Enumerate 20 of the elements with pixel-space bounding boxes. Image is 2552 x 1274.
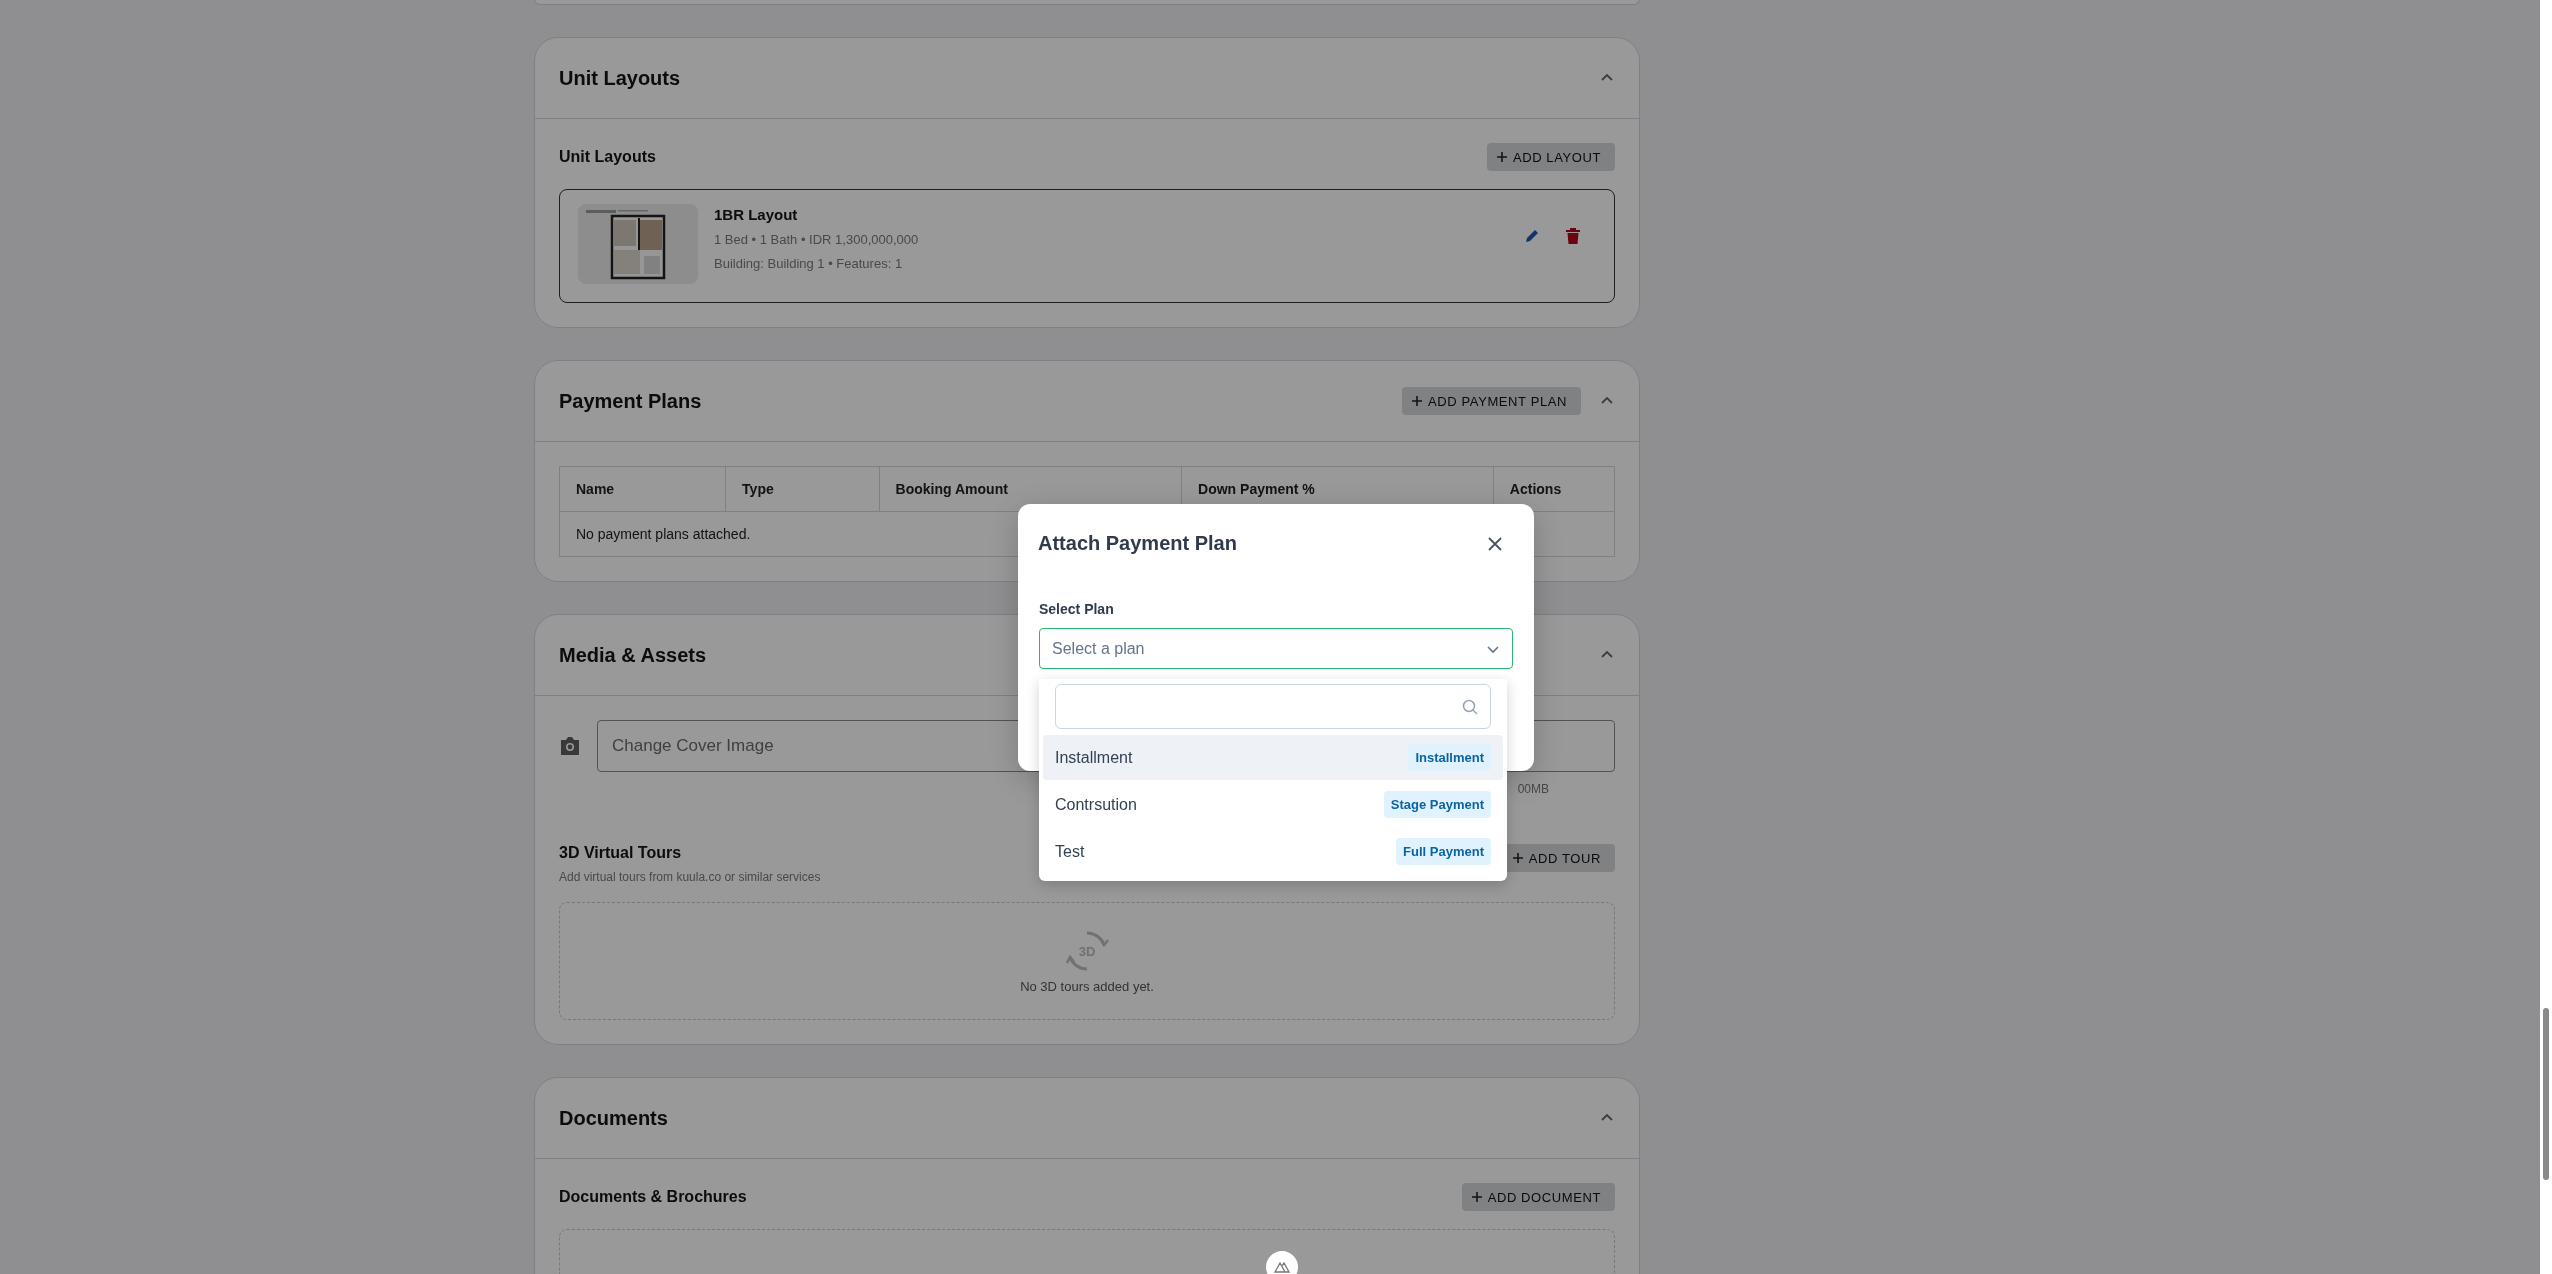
layout-meta: Building: Building 1 • Features: 1 [714, 256, 904, 271]
section-title: Payment Plans [559, 389, 702, 413]
plan-type-tag: Stage Payment [1383, 791, 1491, 818]
column-header: Name [559, 466, 726, 512]
column-header: Type [725, 466, 880, 512]
layout-details: 1 Bed • 1 Bath • IDR 1,300,000,000 [714, 232, 920, 247]
section-title: Unit Layouts [559, 66, 681, 90]
subsection-title: Documents & Brochures [559, 1188, 747, 1206]
section-title: Documents [559, 1106, 668, 1130]
subsection-description: Add virtual tours from kuula.co or similar services [559, 870, 821, 884]
layout-name: 1BR Layout [714, 206, 799, 223]
plan-type-tag: Full Payment [1396, 838, 1491, 865]
empty-message: No 3D tours added yet. [1020, 978, 1154, 994]
subsection-title: 3D Virtual Tours [559, 844, 683, 862]
dialog-title: Attach Payment Plan [1038, 532, 1237, 555]
section-title: Media & Assets [559, 643, 707, 667]
subsection-title: Unit Layouts [559, 148, 656, 166]
plan-type-tag: Installment [1408, 744, 1491, 771]
file-size-hint: 00MB [1516, 781, 1550, 798]
field-label: Select Plan [1039, 601, 1115, 617]
